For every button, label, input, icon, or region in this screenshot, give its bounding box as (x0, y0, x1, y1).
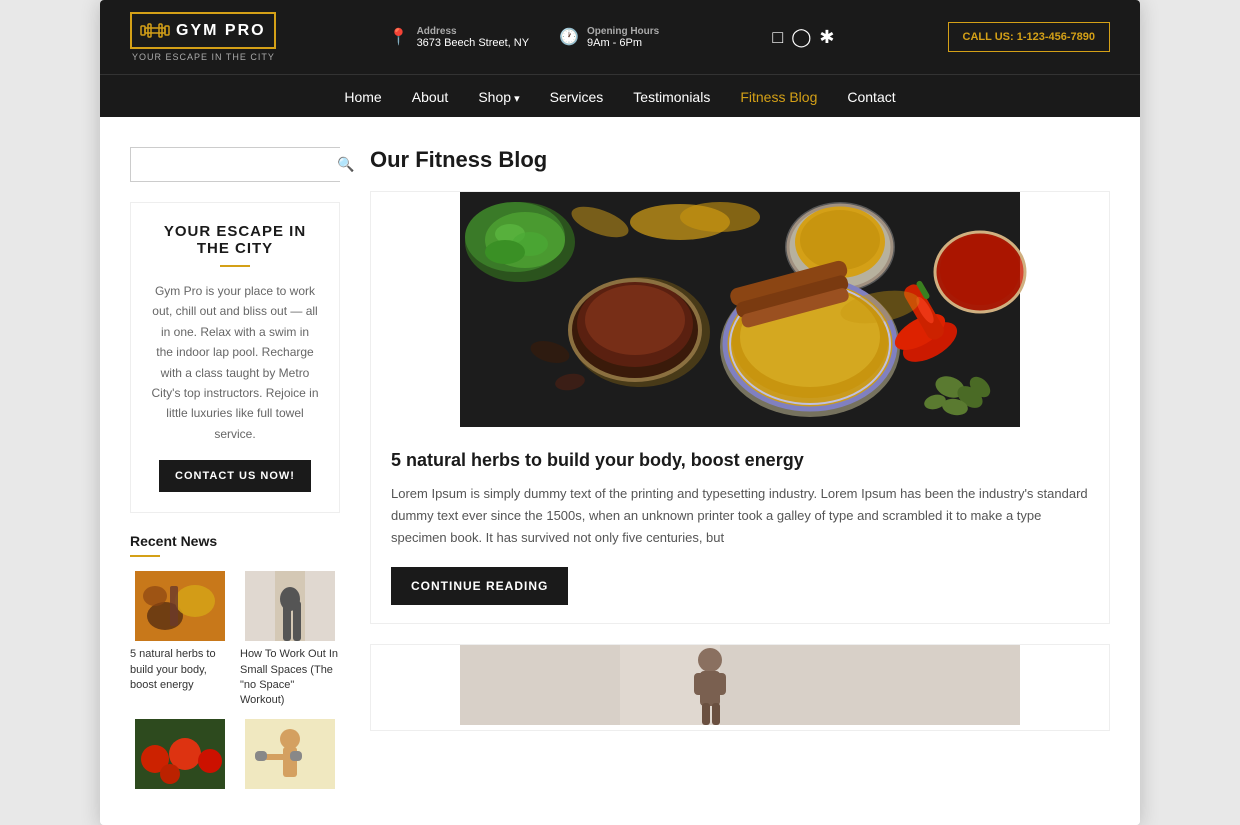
widget-title: YOUR ESCAPE IN THE CITY (151, 223, 319, 257)
search-input[interactable] (131, 149, 327, 180)
post-image-1 (371, 192, 1109, 427)
yelp-icon[interactable]: ✱ (819, 27, 834, 48)
main-content: 🔍 YOUR ESCAPE IN THE CITY Gym Pro is you… (100, 117, 1140, 825)
recent-news-grid: 5 natural herbs to build your body, boos… (130, 571, 340, 795)
location-icon: 📍 (389, 27, 409, 47)
hours-info: 🕐 Opening Hours 9Am - 6Pm (559, 26, 659, 49)
recent-caption-1: 5 natural herbs to build your body, boos… (130, 647, 230, 693)
contact-now-button[interactable]: CONTACT US NOW! (159, 460, 311, 492)
nav-home[interactable]: Home (344, 89, 381, 105)
clock-icon: 🕐 (559, 27, 579, 47)
recent-thumb-1 (130, 571, 230, 641)
nav-services[interactable]: Services (550, 89, 604, 105)
top-bar: GYM PRO YOUR ESCAPE IN THE CITY 📍 Addres… (100, 0, 1140, 74)
instagram-icon[interactable]: ◯ (791, 27, 811, 48)
recent-news: Recent News 5 natural herbs to build you… (130, 533, 340, 795)
post-card-1: 5 natural herbs to build your body, boos… (370, 191, 1110, 624)
widget-text: Gym Pro is your place to work out, chill… (151, 281, 319, 444)
search-button[interactable]: 🔍 (327, 148, 364, 181)
address-label: Address (417, 26, 530, 37)
social-icons: □ ◯ ✱ (772, 27, 834, 48)
post-card-2 (370, 644, 1110, 731)
post-image-2 (371, 645, 1109, 725)
post-excerpt-1: Lorem Ipsum is simply dummy text of the … (391, 483, 1089, 549)
recent-item-3[interactable] (130, 719, 230, 795)
nav-contact[interactable]: Contact (847, 89, 895, 105)
nav-fitness-blog[interactable]: Fitness Blog (740, 89, 817, 105)
blog-title: Our Fitness Blog (370, 147, 1110, 173)
gym-icon (140, 18, 170, 43)
recent-news-title: Recent News (130, 533, 340, 549)
widget-divider (220, 265, 250, 267)
post-body-1: 5 natural herbs to build your body, boos… (371, 432, 1109, 623)
recent-caption-2: How To Work Out In Small Spaces (The "no… (240, 647, 340, 709)
search-box: 🔍 (130, 147, 340, 182)
address-info: 📍 Address 3673 Beech Street, NY (389, 26, 529, 49)
post-heading-1: 5 natural herbs to build your body, boos… (391, 450, 1089, 471)
blog-content: Our Fitness Blog (370, 147, 1110, 795)
continue-reading-button[interactable]: CONTINUE READING (391, 567, 568, 605)
nav-bar: Home About Shop Services Testimonials Fi… (100, 74, 1140, 117)
logo-area: GYM PRO YOUR ESCAPE IN THE CITY (130, 12, 276, 62)
logo-tagline: YOUR ESCAPE IN THE CITY (130, 52, 275, 62)
sidebar: 🔍 YOUR ESCAPE IN THE CITY Gym Pro is you… (130, 147, 340, 795)
address-value: 3673 Beech Street, NY (417, 37, 530, 49)
logo-text: GYM PRO (176, 22, 266, 40)
recent-item-2[interactable]: How To Work Out In Small Spaces (The "no… (240, 571, 340, 709)
recent-thumb-3 (130, 719, 230, 789)
recent-thumb-2 (240, 571, 340, 641)
call-button[interactable]: CALL US: 1-123-456-7890 (948, 22, 1110, 52)
logo-box: GYM PRO (130, 12, 276, 49)
sidebar-widget: YOUR ESCAPE IN THE CITY Gym Pro is your … (130, 202, 340, 513)
hours-value: 9Am - 6Pm (587, 37, 659, 49)
nav-testimonials[interactable]: Testimonials (633, 89, 710, 105)
recent-thumb-4 (240, 719, 340, 789)
hours-label: Opening Hours (587, 26, 659, 37)
recent-divider (130, 555, 160, 557)
recent-item-1[interactable]: 5 natural herbs to build your body, boos… (130, 571, 230, 709)
facebook-icon[interactable]: □ (772, 27, 783, 48)
nav-about[interactable]: About (412, 89, 449, 105)
nav-shop[interactable]: Shop (478, 89, 519, 105)
top-info: 📍 Address 3673 Beech Street, NY 🕐 Openin… (389, 26, 660, 49)
recent-item-4[interactable] (240, 719, 340, 795)
